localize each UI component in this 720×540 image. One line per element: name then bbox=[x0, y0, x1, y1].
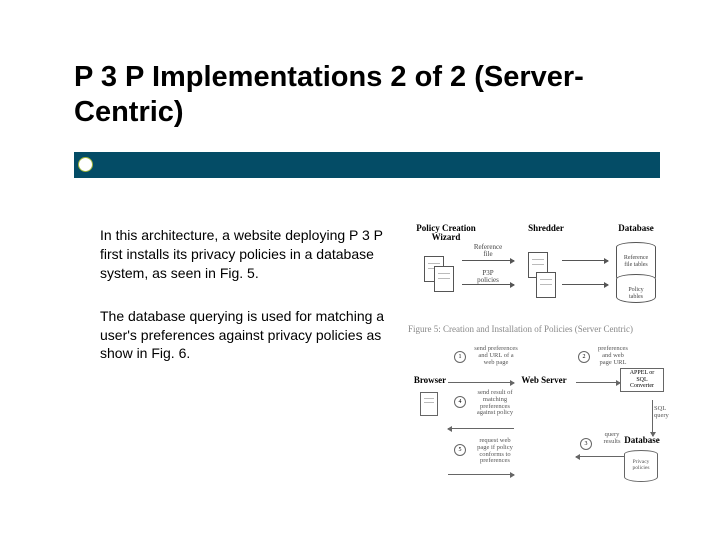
arrow-icon bbox=[462, 260, 514, 261]
arrow-icon bbox=[448, 474, 514, 475]
fig5-label-reffile: Reference file bbox=[462, 244, 514, 259]
arrow-icon bbox=[652, 400, 653, 436]
figure-6-diagram: Browser Web Server APPEL or SQL Converte… bbox=[408, 346, 666, 504]
fig6-label-step2: preferences and web page URL bbox=[590, 346, 636, 366]
fig6-label-step5: request web page if policy conforms to p… bbox=[466, 438, 524, 465]
fig6-label-step1: send preferences and URL of a web page bbox=[466, 346, 526, 366]
fig6-node-browser: Browser bbox=[408, 376, 452, 385]
step-number-icon: 1 bbox=[454, 351, 466, 363]
fig6-node-webserver: Web Server bbox=[512, 376, 576, 385]
fig5-head-shredder: Shredder bbox=[518, 224, 574, 233]
fig6-db-label: Privacy policies bbox=[624, 454, 658, 482]
database-icon: Privacy policies bbox=[624, 450, 658, 482]
rule-dot-icon bbox=[78, 157, 93, 172]
document-icon bbox=[420, 392, 438, 416]
document-icon bbox=[434, 266, 454, 292]
step-number-icon: 4 bbox=[454, 396, 466, 408]
arrow-icon bbox=[576, 456, 624, 457]
fig6-node-appel: APPEL or SQL Converter bbox=[620, 368, 664, 392]
fig5-head-database: Database bbox=[608, 224, 664, 233]
arrow-icon bbox=[576, 382, 620, 383]
step-number-icon: 3 bbox=[580, 438, 592, 450]
step-number-icon: 5 bbox=[454, 444, 466, 456]
slide-title: P 3 P Implementations 2 of 2 (Server-Cen… bbox=[74, 60, 634, 130]
title-rule bbox=[74, 152, 660, 178]
body-text: In this architecture, a website deployin… bbox=[100, 226, 390, 387]
fig5-db-bot: Policy tables bbox=[616, 279, 656, 303]
paragraph-1: In this architecture, a website deployin… bbox=[100, 226, 390, 283]
fig5-label-p3p: P3P policies bbox=[462, 270, 514, 285]
arrow-icon bbox=[562, 260, 608, 261]
figure-5-diagram: Policy Creation Wizard Shredder Database… bbox=[408, 224, 666, 312]
paragraph-2: The database querying is used for matchi… bbox=[100, 307, 390, 364]
arrow-icon bbox=[448, 428, 514, 429]
arrow-icon bbox=[448, 382, 514, 383]
step-number-icon: 2 bbox=[578, 351, 590, 363]
fig6-label-sql: SQL query bbox=[654, 406, 674, 420]
database-icon: Policy tables bbox=[616, 274, 656, 320]
fig6-label-step3: query results bbox=[592, 432, 632, 446]
slide: P 3 P Implementations 2 of 2 (Server-Cen… bbox=[0, 0, 720, 540]
arrow-icon bbox=[562, 284, 608, 285]
fig5-head-wizard: Policy Creation Wizard bbox=[408, 224, 484, 243]
fig6-label-step4: send result of matching preferences agai… bbox=[466, 390, 524, 417]
document-icon bbox=[536, 272, 556, 298]
figure-5-caption: Figure 5: Creation and Installation of P… bbox=[408, 324, 666, 334]
